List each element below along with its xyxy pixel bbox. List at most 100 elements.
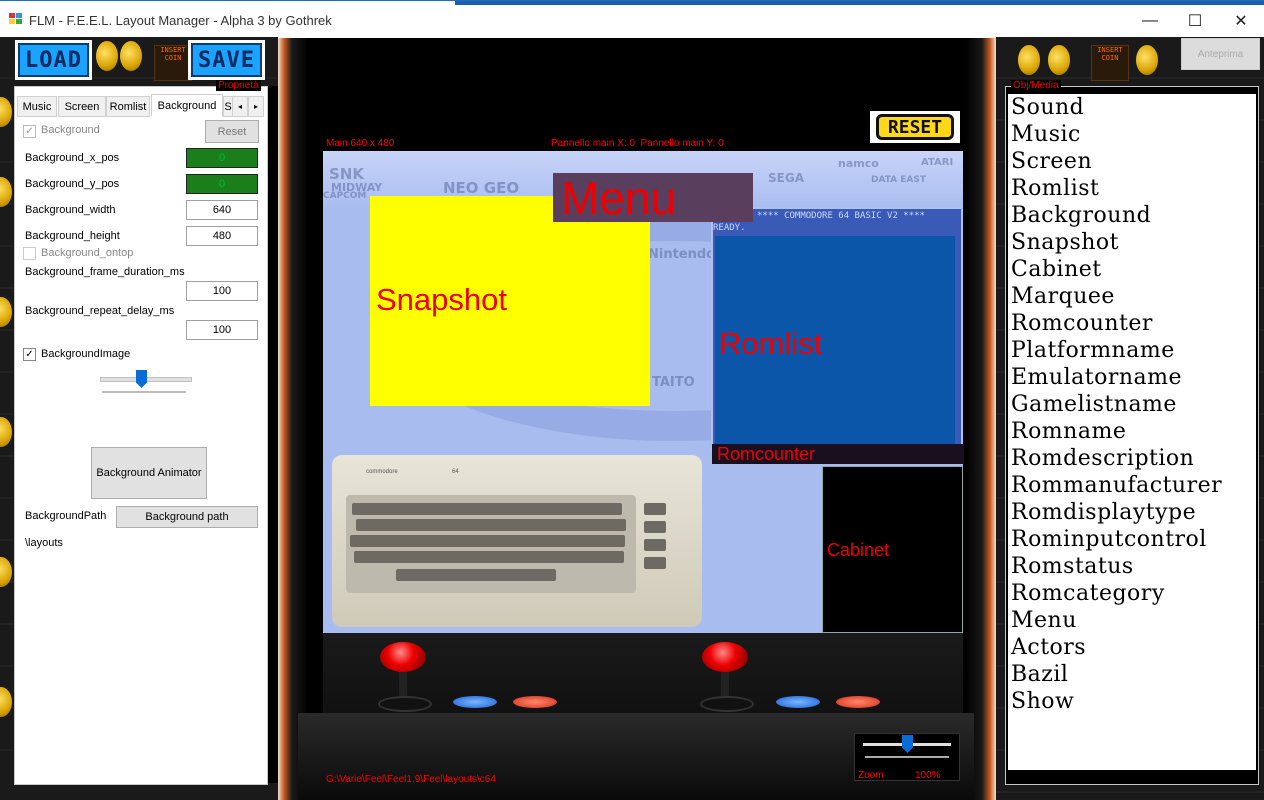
reset-properties-button[interactable]: Reset bbox=[205, 120, 259, 143]
function-key bbox=[644, 503, 666, 515]
media-list-item[interactable]: Music bbox=[1008, 121, 1256, 148]
media-list-item[interactable]: Romdisplaytype bbox=[1008, 499, 1256, 526]
coin-icon bbox=[0, 297, 12, 327]
tab-scroll-left-button[interactable]: ◂ bbox=[232, 96, 248, 117]
media-list-item[interactable]: Romname bbox=[1008, 418, 1256, 445]
key-row bbox=[354, 551, 624, 563]
maximize-button[interactable]: ☐ bbox=[1172, 6, 1218, 36]
joystick-base-1 bbox=[378, 696, 432, 712]
repeat-delay-field[interactable]: 100 bbox=[186, 320, 258, 340]
tab-romlist[interactable]: Romlist bbox=[106, 96, 150, 117]
function-key bbox=[644, 557, 666, 569]
repeat-delay-label: Background_repeat_delay_ms bbox=[25, 305, 175, 317]
red-button-icon bbox=[836, 696, 880, 708]
zoom-control: Zoom 100% bbox=[854, 733, 960, 781]
zoom-slider-thumb[interactable] bbox=[902, 735, 913, 753]
function-key bbox=[644, 539, 666, 551]
menu-label: Menu bbox=[561, 172, 677, 224]
blue-button-icon bbox=[776, 696, 820, 708]
media-list-item[interactable]: Sound bbox=[1008, 94, 1256, 121]
romlist-element[interactable]: Romlist bbox=[715, 236, 955, 446]
coin-icon bbox=[1048, 45, 1070, 75]
menu-element[interactable]: Menu bbox=[553, 172, 753, 224]
tab-scroll-right-button[interactable]: ▸ bbox=[248, 96, 264, 117]
main-size-label: Main 640 x 480 bbox=[326, 138, 395, 149]
background-animator-button[interactable]: Background Animator bbox=[91, 447, 207, 499]
joystick-shaft-2 bbox=[721, 668, 729, 698]
coin-icon bbox=[0, 557, 12, 587]
c64-ready-text: READY. bbox=[713, 223, 746, 233]
romcounter-element[interactable]: Romcounter bbox=[712, 444, 964, 464]
media-list-item[interactable]: Actors bbox=[1008, 634, 1256, 661]
background-ontop-label: Background_ontop bbox=[41, 247, 134, 259]
media-list-item[interactable]: Romstatus bbox=[1008, 553, 1256, 580]
insert-coin-sign: INSERT COIN bbox=[154, 45, 192, 81]
media-list-item[interactable]: Show bbox=[1008, 688, 1256, 715]
app-icon bbox=[9, 13, 22, 24]
frame-duration-field[interactable]: 100 bbox=[186, 281, 258, 301]
coin-icon bbox=[0, 417, 12, 447]
joystick-1-icon bbox=[380, 642, 426, 672]
snapshot-label: Snapshot bbox=[376, 282, 507, 317]
background-path-value: \layouts bbox=[25, 537, 63, 549]
media-list-item[interactable]: Emulatorname bbox=[1008, 364, 1256, 391]
media-list-item[interactable]: Platformname bbox=[1008, 337, 1256, 364]
media-list-item[interactable]: Romcategory bbox=[1008, 580, 1256, 607]
background-height-label: Background_height bbox=[25, 230, 120, 242]
snapshot-element[interactable]: Snapshot bbox=[370, 196, 650, 406]
coin-icon bbox=[120, 41, 142, 71]
tab-screen[interactable]: Screen bbox=[58, 96, 106, 117]
media-list-item[interactable]: Cabinet bbox=[1008, 256, 1256, 283]
joystick-2-icon bbox=[702, 642, 748, 672]
keyboard-model: 64 bbox=[452, 469, 459, 475]
media-group-title: Obj/Media bbox=[1011, 80, 1061, 91]
background-image-checkbox[interactable]: ✓ bbox=[23, 348, 36, 361]
cabinet-element[interactable]: Cabinet bbox=[822, 466, 963, 633]
coin-icon bbox=[1136, 45, 1158, 75]
media-list-item[interactable]: Gamelistname bbox=[1008, 391, 1256, 418]
background-ontop-checkbox[interactable] bbox=[23, 247, 36, 260]
slider-thumb[interactable] bbox=[136, 370, 147, 388]
tab-background[interactable]: Background bbox=[151, 94, 223, 117]
blue-button-icon bbox=[453, 696, 497, 708]
save-button[interactable]: SAVE bbox=[188, 40, 265, 80]
coin-icon bbox=[0, 687, 12, 717]
logo-atari: ATARI bbox=[921, 157, 954, 168]
close-button[interactable]: ✕ bbox=[1218, 6, 1264, 36]
logo-neogeo: NEO GEO bbox=[443, 179, 520, 197]
media-list-item[interactable]: Romdescription bbox=[1008, 445, 1256, 472]
media-list-item[interactable]: Romcounter bbox=[1008, 310, 1256, 337]
c64-banner-text: **** COMMODORE 64 BASIC V2 **** bbox=[757, 211, 925, 221]
media-list-item[interactable]: Menu bbox=[1008, 607, 1256, 634]
tab-music[interactable]: Music bbox=[17, 96, 57, 117]
background-x-pos-field[interactable]: 0 bbox=[186, 148, 258, 168]
background-path-button[interactable]: Background path bbox=[116, 506, 258, 528]
load-button[interactable]: LOAD bbox=[15, 40, 92, 80]
background-y-pos-field[interactable]: 0 bbox=[186, 174, 258, 194]
background-checkbox[interactable]: ✓ bbox=[23, 125, 36, 138]
media-list-item[interactable]: Screen bbox=[1008, 148, 1256, 175]
anteprima-button[interactable]: Anteprima bbox=[1181, 38, 1260, 70]
joystick-shaft-1 bbox=[399, 668, 407, 698]
background-width-field[interactable]: 640 bbox=[186, 200, 258, 220]
media-list-item[interactable]: Snapshot bbox=[1008, 229, 1256, 256]
media-list-item[interactable]: Romlist bbox=[1008, 175, 1256, 202]
reset-button[interactable]: RESET bbox=[876, 114, 954, 140]
layout-path-label: G:\Varie\Feel\Feel1.9\Feel\layouts\c64 bbox=[326, 774, 496, 785]
logo-nintendo: Nintendo bbox=[648, 247, 716, 262]
media-list-item[interactable]: Rominputcontrol bbox=[1008, 526, 1256, 553]
background-slider[interactable] bbox=[100, 366, 192, 396]
logo-capcom: CAPCOM bbox=[323, 191, 367, 201]
coin-icon bbox=[0, 177, 12, 207]
media-list-item[interactable]: Background bbox=[1008, 202, 1256, 229]
media-list-item[interactable]: Marquee bbox=[1008, 283, 1256, 310]
minimize-button[interactable]: — bbox=[1127, 6, 1173, 36]
media-list-item[interactable]: Bazil bbox=[1008, 661, 1256, 688]
red-button-icon bbox=[513, 696, 557, 708]
media-list-item[interactable]: Rommanufacturer bbox=[1008, 472, 1256, 499]
background-height-field[interactable]: 480 bbox=[186, 226, 258, 246]
background-width-label: Background_width bbox=[25, 204, 116, 216]
cabinet-label: Cabinet bbox=[827, 540, 890, 560]
panel-position-label: Pannello main X: 0 Pannello main Y: 0 bbox=[551, 138, 724, 149]
media-list[interactable]: Sound Music Screen Romlist Background Snapsho… bbox=[1008, 94, 1256, 770]
